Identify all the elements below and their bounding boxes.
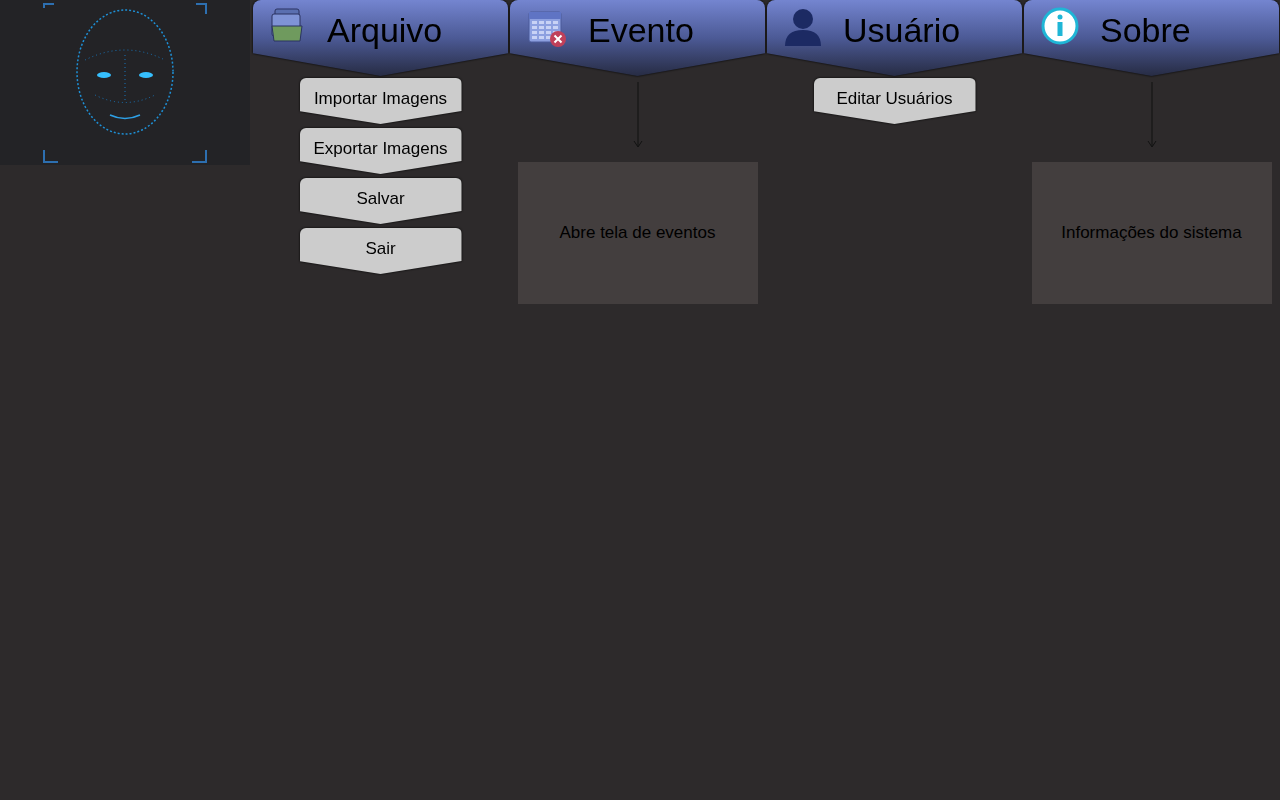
- info-icon: [1040, 6, 1080, 46]
- menu-bar: ArquivoImportar ImagensExportar ImagensS…: [253, 0, 1279, 304]
- menu-column: Sobre Informações do sistema: [1024, 0, 1279, 304]
- submenu-button[interactable]: Editar Usuários: [814, 78, 976, 124]
- arrow-icon: [633, 82, 643, 148]
- submenu-button[interactable]: Importar Imagens: [300, 78, 462, 124]
- menu-header[interactable]: Sobre: [1024, 0, 1279, 76]
- menu-column: Usuário Editar Usuários: [767, 0, 1022, 304]
- submenu: Editar Usuários: [814, 78, 976, 124]
- face-icon: [40, 0, 210, 165]
- menu-label: Usuário: [843, 6, 960, 54]
- menu-header[interactable]: Evento: [510, 0, 765, 76]
- app: ArquivoImportar ImagensExportar ImagensS…: [0, 0, 1280, 800]
- description-box: Abre tela de eventos: [518, 162, 758, 304]
- logo: [0, 0, 250, 165]
- submenu-button[interactable]: Sair: [300, 228, 462, 274]
- menu-label: Evento: [588, 6, 694, 54]
- submenu-button[interactable]: Salvar: [300, 178, 462, 224]
- menu-header[interactable]: Usuário: [767, 0, 1022, 76]
- menu-column: Evento Abre tela de eventos: [510, 0, 765, 304]
- description-box: Informações do sistema: [1032, 162, 1272, 304]
- menu-label: Arquivo: [327, 6, 442, 54]
- menu-label: Sobre: [1100, 6, 1191, 54]
- submenu: Importar ImagensExportar ImagensSalvarSa…: [300, 78, 462, 274]
- menu-header[interactable]: Arquivo: [253, 0, 508, 76]
- user-icon: [783, 6, 823, 46]
- menu-column: ArquivoImportar ImagensExportar ImagensS…: [253, 0, 508, 304]
- folder-icon: [269, 6, 307, 44]
- arrow-icon: [1147, 82, 1157, 148]
- calendar-icon: [526, 6, 568, 48]
- submenu-button[interactable]: Exportar Imagens: [300, 128, 462, 174]
